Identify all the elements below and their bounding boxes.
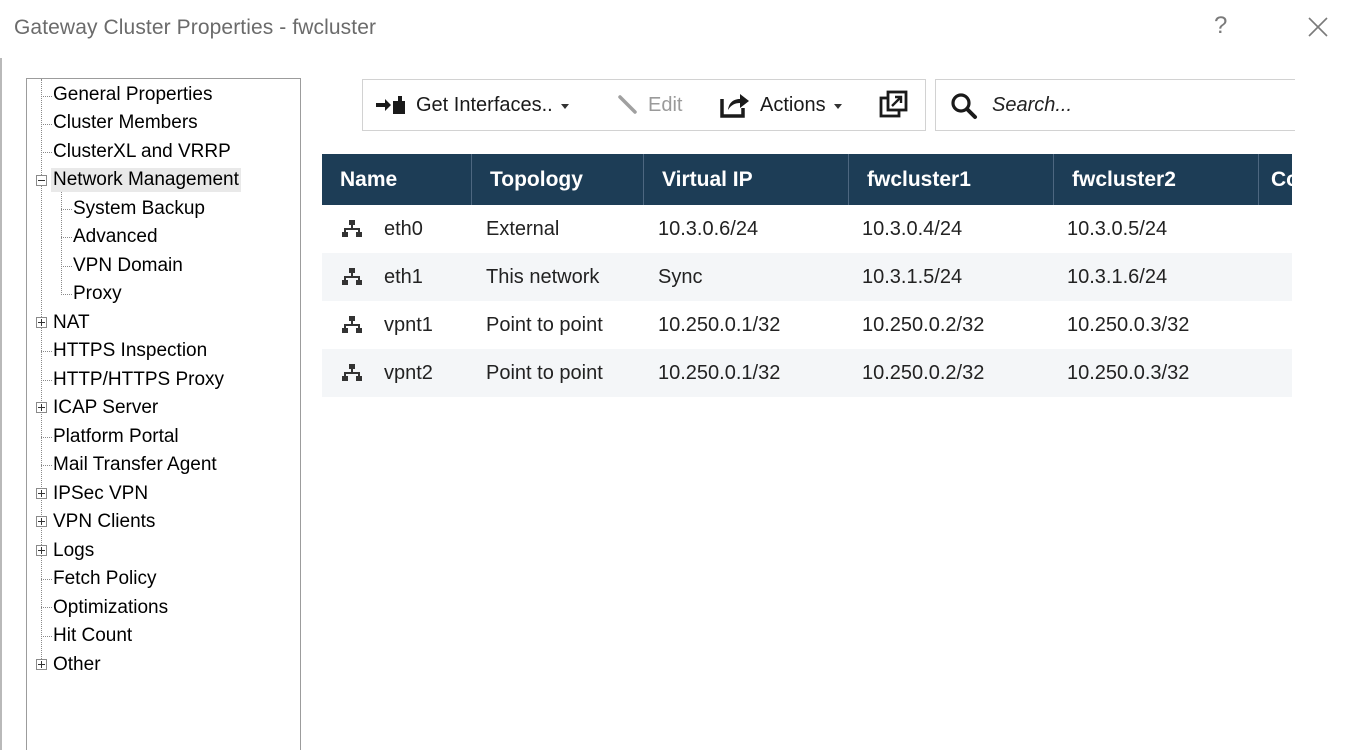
cell-topology: This network bbox=[486, 266, 600, 288]
cell-name: eth0 bbox=[384, 218, 423, 240]
window-title: Gateway Cluster Properties - fwcluster bbox=[14, 16, 377, 39]
tree-item-optimizations[interactable]: Optimizations bbox=[53, 596, 168, 620]
cell-fwcluster1: 10.3.1.5/24 bbox=[862, 266, 963, 288]
open-in-window-button[interactable] bbox=[879, 80, 909, 130]
tree-item-https-inspection[interactable]: HTTPS Inspection bbox=[53, 339, 207, 363]
tree-connector bbox=[41, 79, 42, 659]
search-input[interactable] bbox=[992, 92, 1282, 118]
cell-fwcluster1: 10.250.0.2/32 bbox=[862, 362, 985, 384]
table-row[interactable]: eth1 This network Sync 10.3.1.5/24 10.3.… bbox=[322, 253, 1292, 301]
table-row[interactable]: vpnt1 Point to point 10.250.0.1/32 10.25… bbox=[322, 301, 1292, 349]
expand-icon[interactable] bbox=[36, 659, 47, 670]
title-bar: Gateway Cluster Properties - fwcluster ? bbox=[0, 0, 1368, 58]
tree-item-other[interactable]: Other bbox=[53, 653, 101, 677]
tree-item-platform-portal[interactable]: Platform Portal bbox=[53, 425, 179, 449]
tree-item-nat[interactable]: NAT bbox=[53, 311, 90, 335]
tree-connector-child bbox=[61, 192, 62, 295]
interfaces-table: Name Topology Virtual IP fwcluster1 fwcl… bbox=[322, 154, 1292, 750]
open-in-window-icon bbox=[879, 90, 908, 118]
get-interfaces-icon bbox=[376, 96, 405, 114]
tree-item-ipsec-vpn[interactable]: IPSec VPN bbox=[53, 482, 148, 506]
expand-icon[interactable] bbox=[36, 488, 47, 499]
expand-icon[interactable] bbox=[36, 317, 47, 328]
expand-icon[interactable] bbox=[36, 402, 47, 413]
edit-pencil-icon bbox=[618, 95, 637, 114]
cell-topology: External bbox=[486, 218, 560, 240]
network-interface-icon bbox=[342, 220, 362, 237]
cell-fwcluster1: 10.3.0.4/24 bbox=[862, 218, 963, 240]
close-icon[interactable] bbox=[1304, 13, 1332, 41]
expand-icon[interactable] bbox=[36, 545, 47, 556]
cell-fwcluster2: 10.250.0.3/32 bbox=[1067, 362, 1190, 384]
tree-item-icap-server[interactable]: ICAP Server bbox=[53, 396, 158, 420]
tree-item-general-properties[interactable]: General Properties bbox=[53, 83, 212, 107]
tree-item-hit-count[interactable]: Hit Count bbox=[53, 624, 132, 648]
table-row[interactable]: eth0 External 10.3.0.6/24 10.3.0.4/24 10… bbox=[322, 205, 1292, 253]
tree-item-vpn-clients[interactable]: VPN Clients bbox=[53, 510, 155, 534]
tree-item-network-management[interactable]: Network Management bbox=[51, 168, 241, 192]
actions-label: Actions bbox=[760, 93, 826, 116]
cell-virtual-ip: Sync bbox=[658, 266, 703, 288]
actions-button[interactable]: Actions bbox=[719, 80, 842, 130]
tree-item-mail-transfer-agent[interactable]: Mail Transfer Agent bbox=[53, 453, 217, 477]
cell-virtual-ip: 10.250.0.1/32 bbox=[658, 314, 781, 336]
cell-fwcluster2: 10.3.0.5/24 bbox=[1067, 218, 1168, 240]
cell-topology: Point to point bbox=[486, 314, 603, 336]
cell-name: eth1 bbox=[384, 266, 423, 288]
actions-export-icon bbox=[720, 94, 749, 118]
tree-item-system-backup[interactable]: System Backup bbox=[73, 197, 205, 221]
get-interfaces-label: Get Interfaces.. bbox=[416, 93, 553, 116]
column-header-fwcluster2[interactable]: fwcluster2 bbox=[1054, 154, 1259, 205]
tree-item-advanced[interactable]: Advanced bbox=[73, 225, 158, 249]
tree-item-proxy[interactable]: Proxy bbox=[73, 282, 122, 306]
cell-fwcluster1: 10.250.0.2/32 bbox=[862, 314, 985, 336]
tree-item-cluster-members[interactable]: Cluster Members bbox=[53, 111, 198, 135]
column-header-comments[interactable]: Co bbox=[1259, 154, 1292, 205]
tree-item-logs[interactable]: Logs bbox=[53, 539, 94, 563]
search-box bbox=[935, 79, 1295, 131]
dropdown-caret-icon bbox=[560, 103, 569, 109]
column-header-topology[interactable]: Topology bbox=[472, 154, 644, 205]
cell-name: vpnt2 bbox=[384, 362, 433, 384]
edit-label: Edit bbox=[648, 93, 683, 116]
tree-item-fetch-policy[interactable]: Fetch Policy bbox=[53, 567, 156, 591]
navigation-tree: General Properties Cluster Members Clust… bbox=[26, 78, 301, 750]
table-row[interactable]: vpnt2 Point to point 10.250.0.1/32 10.25… bbox=[322, 349, 1292, 397]
collapse-icon[interactable] bbox=[36, 175, 47, 186]
network-interface-icon bbox=[342, 364, 362, 381]
get-interfaces-button[interactable]: Get Interfaces.. bbox=[375, 80, 569, 130]
cell-fwcluster2: 10.250.0.3/32 bbox=[1067, 314, 1190, 336]
tree-item-vpn-domain[interactable]: VPN Domain bbox=[73, 254, 183, 278]
tree-item-http-https-proxy[interactable]: HTTP/HTTPS Proxy bbox=[53, 368, 224, 392]
window-border bbox=[0, 58, 2, 750]
tree-item-clusterxl-vrrp[interactable]: ClusterXL and VRRP bbox=[53, 140, 231, 164]
network-interface-icon bbox=[342, 316, 362, 333]
network-interface-icon bbox=[342, 268, 362, 285]
cell-virtual-ip: 10.250.0.1/32 bbox=[658, 362, 781, 384]
table-header: Name Topology Virtual IP fwcluster1 fwcl… bbox=[322, 154, 1292, 205]
cell-virtual-ip: 10.3.0.6/24 bbox=[658, 218, 759, 240]
column-header-fwcluster1[interactable]: fwcluster1 bbox=[849, 154, 1054, 205]
dropdown-caret-icon bbox=[833, 103, 842, 109]
expand-icon[interactable] bbox=[36, 516, 47, 527]
toolbar: Get Interfaces.. Edit Actions bbox=[362, 79, 926, 131]
search-icon bbox=[951, 93, 977, 119]
column-header-name[interactable]: Name bbox=[322, 154, 472, 205]
cell-topology: Point to point bbox=[486, 362, 603, 384]
column-header-virtual-ip[interactable]: Virtual IP bbox=[644, 154, 849, 205]
cell-name: vpnt1 bbox=[384, 314, 433, 336]
help-button[interactable]: ? bbox=[1214, 12, 1227, 40]
cell-fwcluster2: 10.3.1.6/24 bbox=[1067, 266, 1168, 288]
edit-button[interactable]: Edit bbox=[617, 80, 682, 130]
